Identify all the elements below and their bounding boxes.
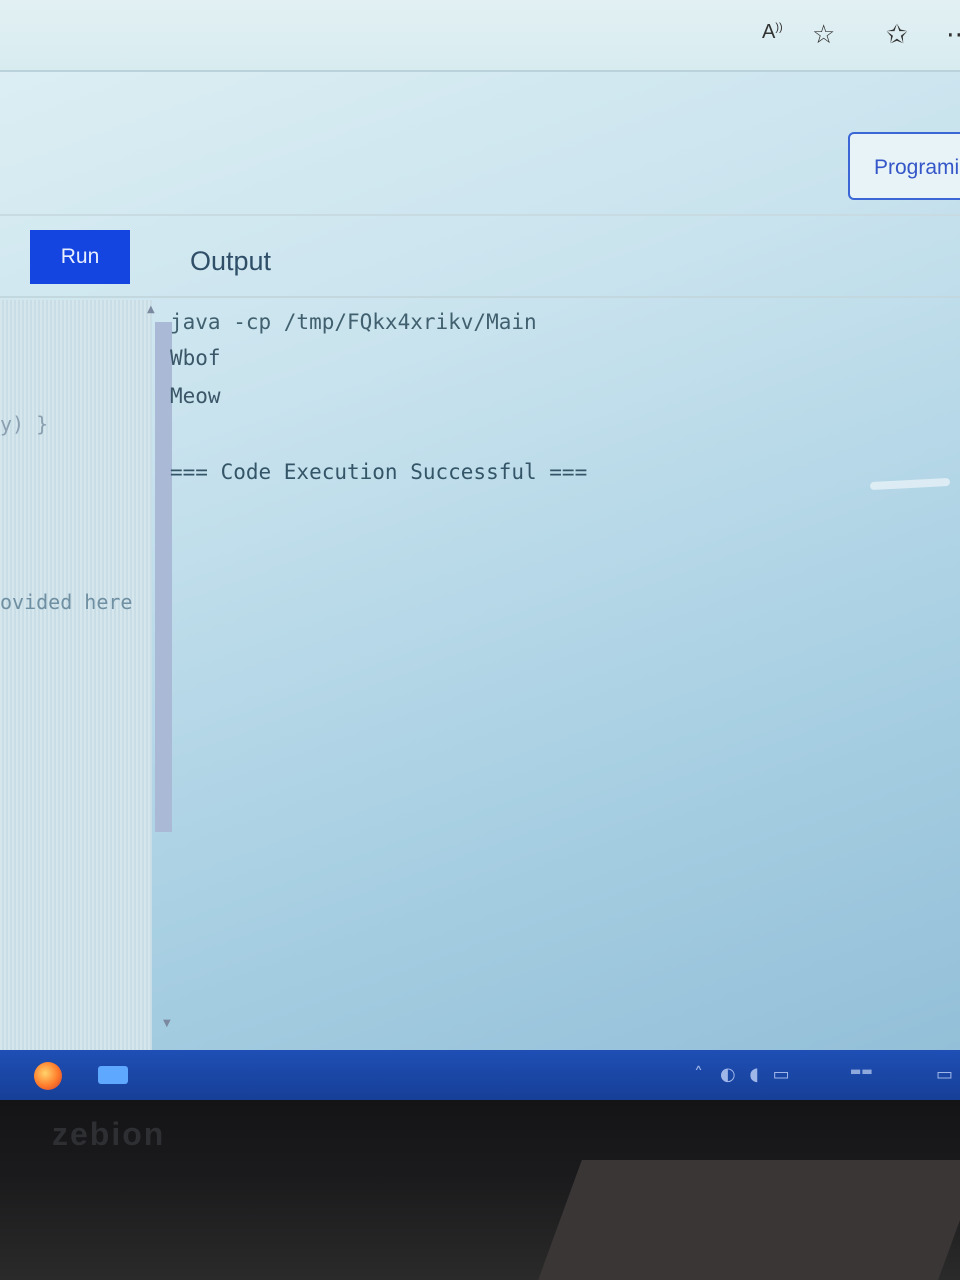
tray-chevron-icon[interactable]: ˄ <box>694 1064 703 1085</box>
browser-toolbar: A)) ☆ ✩ ⋯ <box>0 0 960 72</box>
laptop-bezel: zebion <box>0 1100 960 1280</box>
output-console: java -cp /tmp/FQkx4xrikv/Main Wbof Meow … <box>170 306 950 1026</box>
code-line: y) } <box>0 412 49 436</box>
tray-clock[interactable]: ▬▬ <box>850 1064 873 1078</box>
output-scrollbar[interactable]: ▲ ▼ <box>143 304 172 1034</box>
firefox-icon[interactable] <box>34 1062 62 1090</box>
read-aloud-waves: )) <box>775 21 783 34</box>
brand-logo: zebion <box>52 1116 166 1152</box>
programiz-button-label: Programiz <box>874 156 960 179</box>
system-tray-icons[interactable]: ◐ ◖ ▭ <box>720 1064 794 1085</box>
favorites-icon[interactable]: ✩ <box>886 22 908 48</box>
divider <box>0 296 960 298</box>
code-line: ovided here <box>0 590 133 614</box>
output-line: Wbof <box>170 346 221 370</box>
output-line: java -cp /tmp/FQkx4xrikv/Main <box>170 310 537 334</box>
output-title: Output <box>190 246 272 276</box>
notification-icon[interactable]: ▭ <box>936 1064 953 1085</box>
keyboard-edge <box>538 1160 960 1280</box>
read-aloud-icon[interactable]: A)) <box>762 22 783 42</box>
scroll-up-icon[interactable]: ▲ <box>147 304 155 315</box>
run-button[interactable]: Run <box>30 230 130 284</box>
add-favorite-icon[interactable]: ☆ <box>812 22 835 48</box>
taskbar: ˄ ◐ ◖ ▭ ▬▬ ▭ <box>0 1050 960 1100</box>
programiz-button[interactable]: Programiz <box>848 132 960 200</box>
output-line: Meow <box>170 384 221 408</box>
screen: A)) ☆ ✩ ⋯ Programiz Run Output y) } ovid… <box>0 0 960 1050</box>
read-aloud-glyph: A <box>762 21 776 43</box>
app-icon[interactable] <box>98 1066 128 1084</box>
output-line: === Code Execution Successful === <box>170 460 588 484</box>
more-icon[interactable]: ⋯ <box>946 22 960 48</box>
divider <box>0 214 960 216</box>
